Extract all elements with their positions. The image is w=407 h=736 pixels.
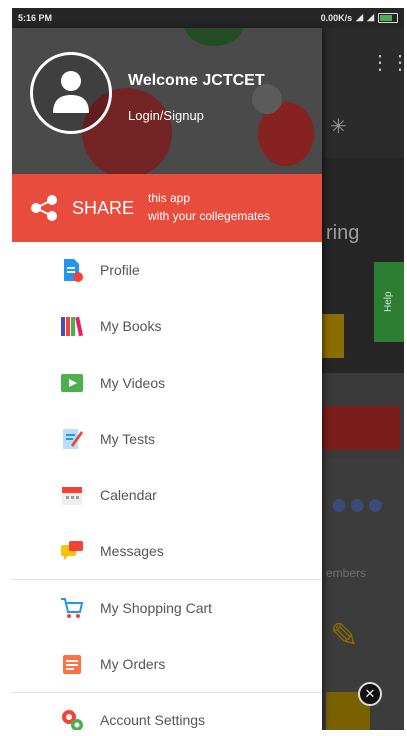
orders-icon — [63, 655, 81, 675]
members-label: embers — [326, 566, 367, 580]
books-icon — [61, 317, 84, 337]
menu-label-profile: Profile — [100, 262, 140, 278]
phone-screen: 5:16 PM 0.00K/s ◢ ◢ ⋮⋮⋮ ✳ ring Help ●●● … — [12, 8, 404, 730]
pencil-icon: ✎ — [330, 617, 359, 655]
share-icon — [31, 195, 57, 221]
menu-divider — [12, 692, 322, 693]
video-icon — [61, 373, 83, 392]
menu-item-profile[interactable]: Profile — [12, 242, 322, 298]
close-icon: ✕ — [358, 682, 382, 706]
menu-item-my-orders[interactable]: My Orders — [12, 636, 322, 692]
share-subtitle-line1: this app — [148, 191, 191, 205]
status-bar: 5:16 PM 0.00K/s ◢ ◢ — [12, 8, 404, 28]
star-icon: ✳ — [330, 116, 347, 138]
menu-label-my-shopping-cart: My Shopping Cart — [100, 599, 213, 616]
menu-divider — [12, 579, 322, 580]
share-app-button[interactable]: SHARE this app with your collegemates — [12, 174, 322, 242]
drawer-header: Welcome JCTCET Login/Signup — [12, 28, 322, 174]
menu-item-my-shopping-cart[interactable]: My Shopping Cart — [12, 580, 322, 636]
background-banner-text: ring — [326, 222, 360, 244]
share-label: SHARE — [72, 198, 135, 218]
grid-menu-icon: ⋮⋮⋮ — [370, 52, 404, 74]
profile-icon — [64, 259, 83, 282]
header-decoration — [184, 28, 244, 46]
navigation-drawer: Welcome JCTCET Login/Signup SHARE this a… — [12, 28, 322, 730]
settings-icon — [62, 710, 83, 730]
signal-icon-2: ◢ — [367, 12, 374, 22]
share-subtitle-line2: with your collegemates — [148, 209, 271, 223]
drawer-menu: Profile My Books My Videos My Tests Cale… — [12, 242, 322, 730]
menu-label-account-settings: Account Settings — [100, 712, 206, 729]
test-icon — [63, 428, 83, 449]
menu-label-calendar: Calendar — [100, 487, 157, 504]
background-yellow-block — [322, 314, 344, 358]
battery-icon — [378, 12, 398, 23]
menu-item-my-videos[interactable]: My Videos — [12, 355, 322, 411]
menu-label-messages: Messages — [100, 543, 164, 560]
menu-item-calendar[interactable]: Calendar — [12, 467, 322, 523]
menu-label-my-books: My Books — [100, 318, 162, 335]
status-icons: 0.00K/s ◢ ◢ — [321, 12, 398, 23]
welcome-text: Welcome JCTCET — [128, 72, 265, 89]
network-speed: 0.00K/s — [320, 12, 353, 23]
menu-item-messages[interactable]: Messages — [12, 523, 322, 579]
messages-icon — [61, 541, 83, 561]
signal-icon: ◢ — [356, 12, 364, 22]
user-icon — [53, 71, 89, 113]
menu-label-my-tests: My Tests — [100, 430, 155, 447]
menu-item-account-settings[interactable]: Account Settings — [12, 692, 322, 730]
avatar[interactable] — [30, 52, 112, 134]
calendar-icon — [62, 487, 82, 506]
menu-label-my-videos: My Videos — [100, 374, 166, 391]
menu-label-my-orders: My Orders — [100, 656, 166, 673]
background-red-button — [322, 406, 400, 450]
cart-icon — [61, 597, 84, 618]
help-tab: Help — [374, 262, 404, 342]
login-signup-link[interactable]: Login/Signup — [128, 108, 204, 123]
status-time: 5:16 PM — [18, 13, 53, 23]
menu-item-my-tests[interactable]: My Tests — [12, 411, 322, 467]
menu-item-my-books[interactable]: My Books — [12, 298, 322, 354]
members-icon: ●●● — [330, 488, 385, 521]
